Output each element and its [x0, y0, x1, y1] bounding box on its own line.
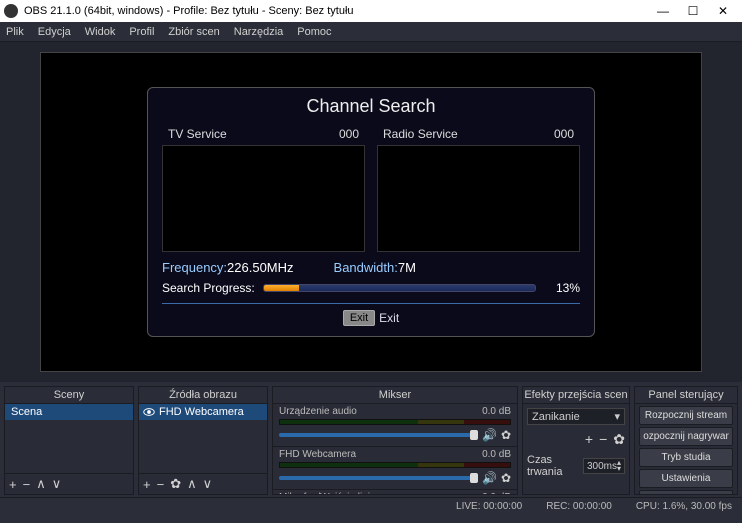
scenes-up-button[interactable]: ∧	[36, 476, 46, 492]
gear-icon[interactable]: ✿	[501, 471, 511, 485]
menu-edycja[interactable]: Edycja	[38, 26, 71, 38]
scenes-down-button[interactable]: ∨	[52, 476, 62, 492]
mixer-meter	[279, 419, 511, 425]
speaker-icon[interactable]: 🔊	[482, 471, 497, 485]
mixer-track: Urządzenie audio 0.0 dB 🔊 ✿	[273, 404, 517, 447]
channel-search-title: Channel Search	[162, 96, 580, 117]
app-icon	[4, 4, 18, 18]
mixer-track-name: Urządzenie audio	[279, 406, 357, 417]
tv-service-label: TV Service	[168, 127, 227, 141]
menu-plik[interactable]: Plik	[6, 26, 24, 38]
transition-select[interactable]: Zanikanie ▾	[527, 408, 625, 425]
scene-item[interactable]: Scena	[5, 404, 133, 420]
transitions-title: Efekty przejścia scen	[523, 387, 629, 404]
radio-service-list	[377, 145, 580, 252]
duration-label: Czas trwania	[527, 454, 579, 478]
mixer-slider[interactable]	[279, 433, 478, 437]
duration-value: 300ms	[587, 461, 617, 472]
status-live: LIVE: 00:00:00	[456, 501, 522, 512]
radio-service-count: 000	[554, 127, 574, 141]
settings-button[interactable]: Ustawienia	[639, 469, 733, 488]
menu-pomoc[interactable]: Pomoc	[297, 26, 331, 38]
progress-percent: 13%	[544, 281, 580, 295]
exit-app-button[interactable]: Wyjście	[639, 490, 733, 494]
progress-label: Search Progress:	[162, 281, 255, 295]
transition-selected: Zanikanie	[532, 411, 580, 423]
mixer-title: Mikser	[273, 387, 517, 404]
menu-profil[interactable]: Profil	[129, 26, 154, 38]
sources-remove-button[interactable]: −	[157, 477, 165, 492]
mixer-track-level: 0.0 dB	[482, 406, 511, 417]
radio-service-label: Radio Service	[383, 127, 458, 141]
sources-add-button[interactable]: +	[143, 477, 151, 492]
mixer-track-name: FHD Webcamera	[279, 449, 356, 460]
titlebar: OBS 21.1.0 (64bit, windows) - Profile: B…	[0, 0, 742, 22]
exit-button[interactable]: Exit	[343, 310, 375, 326]
mixer-track-level: 0.0 dB	[482, 492, 511, 494]
start-record-button[interactable]: ozpocznij nagrywar	[639, 427, 733, 446]
studio-mode-button[interactable]: Tryb studia	[639, 448, 733, 467]
duration-input[interactable]: 300ms ▴▾	[583, 458, 625, 474]
close-button[interactable]: ✕	[708, 1, 738, 21]
transitions-panel: Efekty przejścia scen Zanikanie ▾ + − ✿ …	[522, 386, 630, 495]
sources-up-button[interactable]: ∧	[187, 476, 197, 492]
start-stream-button[interactable]: Rozpocznij stream	[639, 406, 733, 425]
sources-down-button[interactable]: ∨	[203, 476, 213, 492]
frequency-value: 226.50MHz	[227, 260, 293, 275]
exit-text: Exit	[379, 311, 399, 325]
status-rec: REC: 00:00:00	[546, 501, 612, 512]
status-cpu: CPU: 1.6%, 30.00 fps	[636, 501, 732, 512]
bandwidth-value: 7M	[398, 260, 416, 275]
spinner-icon[interactable]: ▴▾	[617, 460, 621, 472]
menubar: Plik Edycja Widok Profil Zbiór scen Narz…	[0, 22, 742, 42]
scenes-title: Sceny	[5, 387, 133, 404]
tv-service-list	[162, 145, 365, 252]
bandwidth-label: Bandwidth:	[334, 260, 398, 275]
mixer-track: FHD Webcamera 0.0 dB 🔊 ✿	[273, 447, 517, 490]
scenes-remove-button[interactable]: −	[23, 477, 31, 492]
menu-widok[interactable]: Widok	[85, 26, 116, 38]
mixer-track-level: 0.0 dB	[482, 449, 511, 460]
menu-zbior-scen[interactable]: Zbiór scen	[168, 26, 219, 38]
sources-panel: Źródła obrazu FHD Webcamera + − ✿ ∧ ∨	[138, 386, 268, 495]
window-title: OBS 21.1.0 (64bit, windows) - Profile: B…	[24, 5, 648, 17]
gear-icon[interactable]: ✿	[501, 428, 511, 442]
sources-title: Źródła obrazu	[139, 387, 267, 404]
preview-area: Channel Search TV Service 000 Radio Serv…	[0, 42, 742, 382]
eye-icon[interactable]	[143, 406, 155, 418]
transition-remove-button[interactable]: −	[599, 431, 607, 448]
source-item[interactable]: FHD Webcamera	[139, 404, 267, 420]
mixer-slider[interactable]	[279, 476, 478, 480]
sources-settings-button[interactable]: ✿	[170, 476, 181, 492]
channel-search-panel: Channel Search TV Service 000 Radio Serv…	[147, 87, 595, 337]
minimize-button[interactable]: —	[648, 1, 678, 21]
transition-settings-button[interactable]: ✿	[613, 431, 625, 448]
mixer-panel: Mikser Urządzenie audio 0.0 dB 🔊 ✿ FHD Web…	[272, 386, 518, 495]
tv-service-count: 000	[339, 127, 359, 141]
progress-bar	[263, 284, 536, 292]
menu-narzedzia[interactable]: Narzędzia	[234, 26, 284, 38]
controls-panel: Panel sterujący Rozpocznij stream ozpocz…	[634, 386, 738, 495]
transition-add-button[interactable]: +	[585, 431, 593, 448]
frequency-label: Frequency:	[162, 260, 227, 275]
scenes-add-button[interactable]: +	[9, 477, 17, 492]
progress-fill	[264, 285, 299, 291]
chevron-down-icon: ▾	[614, 410, 620, 423]
scenes-panel: Sceny Scena + − ∧ ∨	[4, 386, 134, 495]
source-item-label: FHD Webcamera	[159, 406, 244, 418]
mixer-track-name: Mikrofon/Wejście liniowe	[279, 492, 388, 494]
maximize-button[interactable]: ☐	[678, 1, 708, 21]
mixer-meter	[279, 462, 511, 468]
mixer-track: Mikrofon/Wejście liniowe 0.0 dB	[273, 490, 517, 494]
speaker-icon[interactable]: 🔊	[482, 428, 497, 442]
preview-canvas[interactable]: Channel Search TV Service 000 Radio Serv…	[40, 52, 702, 372]
statusbar: LIVE: 00:00:00 REC: 00:00:00 CPU: 1.6%, …	[0, 497, 742, 515]
controls-title: Panel sterujący	[635, 387, 737, 404]
